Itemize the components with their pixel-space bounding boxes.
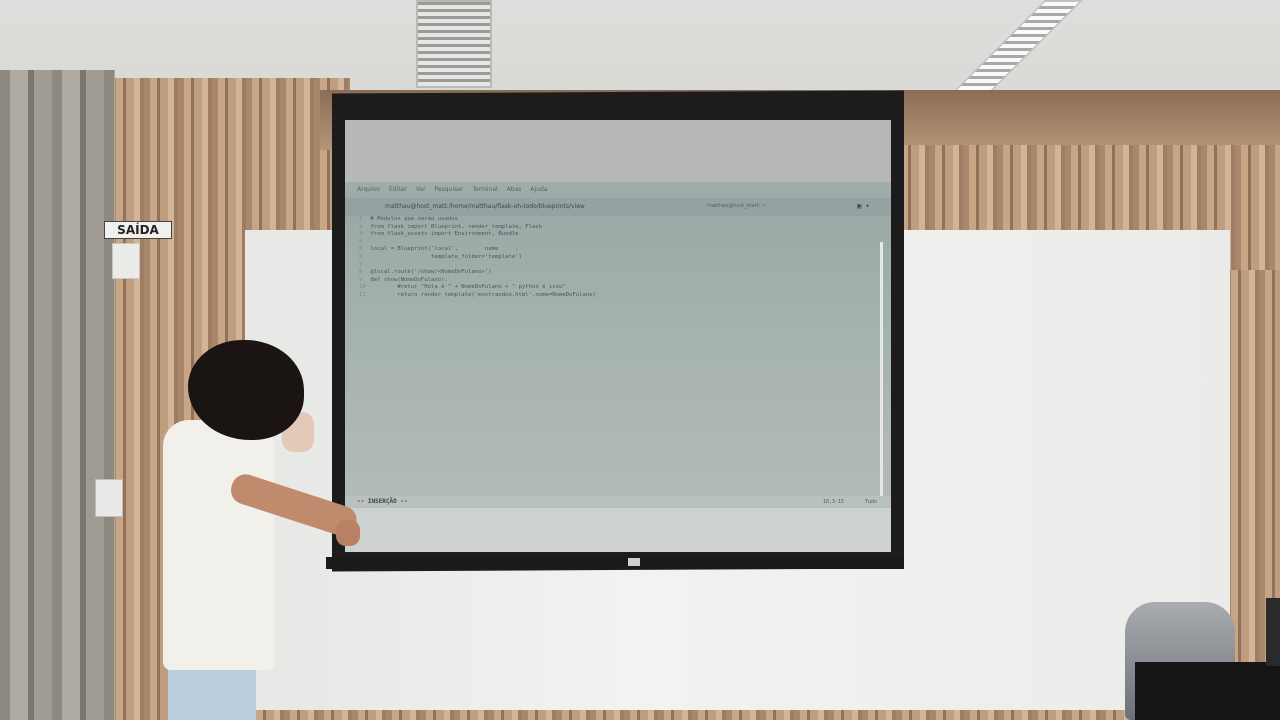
line-number: 2: [359, 223, 363, 230]
code-line: 8 @local.route('/show/<NomeDoFulano>'): [359, 269, 879, 277]
code-text: #retur "Hola é " + NomeDoFulano + " pyth…: [370, 284, 566, 291]
ceiling-air-vent: [416, 0, 492, 88]
code-line: 4: [359, 239, 879, 247]
terminal-tab-bar: matthau@host_matt:/home/matthau/flask-oh…: [345, 198, 891, 216]
laptop-edge: [1266, 598, 1280, 666]
code-text: from flask_assets import Environment, Bu…: [370, 231, 519, 238]
wall-switch-lower: [95, 479, 123, 517]
code-text: local = Blueprint('local', name ,: [370, 246, 519, 253]
line-number: 10: [359, 284, 366, 291]
line-number: 8: [359, 269, 363, 276]
code-text: return render_template('mostrandoo.html'…: [370, 291, 597, 298]
terminal-scrollbar: [880, 242, 883, 500]
terminal-menu-item: Ver: [415, 186, 426, 193]
presenter-hand: [336, 520, 360, 546]
code-editor: 1 # Módulos que serão usados 2 from flask…: [359, 216, 879, 300]
vim-scroll-position: Tudo: [865, 499, 878, 505]
terminal-tab-icons: ▣ ▾: [857, 202, 870, 210]
vim-mode-indicator: -- INSERÇÃO --: [357, 498, 408, 505]
line-number: 4: [359, 238, 363, 245]
terminal-second-tab: matthau@host_matt: ~: [707, 203, 766, 209]
projected-terminal: Arquivo Editar Ver Pesquisar Terminal Abas Aju…: [345, 120, 891, 508]
desk: [1135, 662, 1280, 720]
code-text: @local.route('/show/<NomeDoFulano>'): [370, 269, 492, 276]
code-text: def show(NomeDoFulano):: [370, 276, 448, 283]
code-text: from flask import Blueprint, render_temp…: [370, 223, 543, 230]
code-text: # Módulos que serão usados: [370, 216, 458, 222]
code-line: 2 from flask import Blueprint, render_te…: [359, 224, 879, 232]
vim-status-bar: -- INSERÇÃO -- 10,3-15 Tudo: [345, 496, 891, 508]
line-number: 6: [359, 253, 363, 260]
code-line: 6 template_folder='template'): [359, 254, 879, 262]
code-line: 5 local = Blueprint('local', name ,: [359, 246, 879, 254]
projector-screen-logo: [628, 558, 640, 566]
code-text: template_folder='template'): [370, 253, 522, 260]
code-line: 1 # Módulos que serão usados: [359, 216, 879, 224]
code-line: 11 return render_template('mostrandoo.ht…: [359, 292, 879, 300]
code-line: 7: [359, 262, 879, 270]
terminal-menu-item: Ajuda: [530, 186, 548, 193]
terminal-window-title: matthau@host_matt:/home/matthau/flask-oh…: [385, 203, 585, 210]
line-number: 3: [359, 231, 363, 238]
terminal-menu-item: Editar: [388, 186, 407, 193]
code-line: 3 from flask_assets import Environment, …: [359, 231, 879, 239]
terminal-menu-item: Abas: [506, 186, 522, 193]
line-number: 5: [359, 246, 363, 253]
terminal-menu-item: Arquivo: [357, 186, 380, 193]
line-number: 9: [359, 276, 363, 283]
terminal-menu-item: Pesquisar: [434, 186, 464, 193]
line-number: 7: [359, 261, 363, 268]
terminal-menu-item: Terminal: [472, 186, 498, 193]
exit-sign: SAÍDA: [104, 221, 172, 239]
line-number: 11: [359, 291, 366, 298]
terminal-menu-bar: Arquivo Editar Ver Pesquisar Terminal Abas Aju…: [357, 186, 547, 193]
vim-cursor-position: 10,3-15: [823, 499, 845, 505]
projected-top-area: [345, 120, 891, 182]
projector-screen-bottom-bar: [326, 557, 904, 569]
curtain: [0, 70, 115, 720]
presenter-shirt: [163, 420, 275, 670]
code-line: 10 #retur "Hola é " + NomeDoFulano + " p…: [359, 284, 879, 292]
wall-switch-upper: [112, 243, 140, 279]
line-number: 1: [359, 216, 363, 222]
